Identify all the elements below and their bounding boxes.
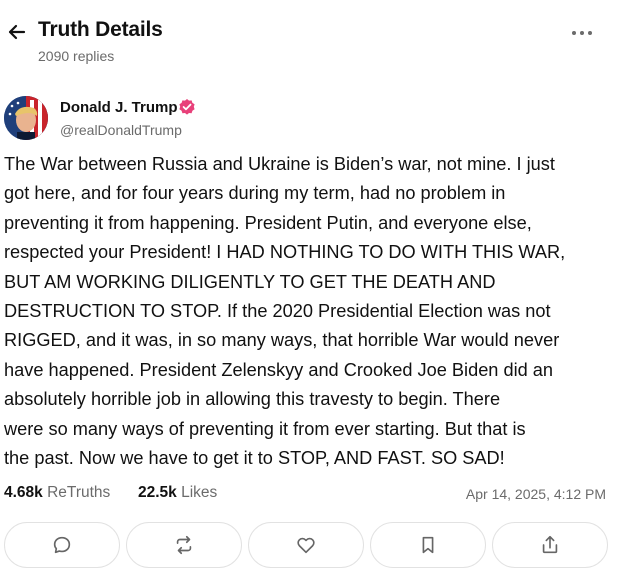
- like-icon: [297, 537, 315, 554]
- more-horizontal-icon: [572, 31, 592, 35]
- retruths-label: ReTruths: [47, 484, 111, 501]
- reply-icon: [53, 536, 71, 554]
- share-icon: [542, 535, 558, 554]
- retruth-icon: [176, 535, 192, 555]
- retruths-count: 4.68k: [4, 484, 43, 501]
- back-button[interactable]: [6, 20, 28, 44]
- author-display-name: Donald J. Trump: [60, 99, 178, 116]
- bookmark-icon: [422, 536, 434, 554]
- post-stats: 4.68k ReTruths 22.5k Likes Apr 14, 2025,…: [4, 484, 610, 506]
- action-bar: [0, 522, 622, 568]
- post-timestamp: Apr 14, 2025, 4:12 PM: [465, 486, 606, 502]
- verified-badge-icon: [179, 99, 195, 115]
- more-button[interactable]: [570, 24, 594, 42]
- share-button[interactable]: [492, 522, 608, 568]
- reply-button[interactable]: [4, 522, 120, 568]
- likes-stat[interactable]: 22.5k Likes: [138, 484, 217, 502]
- author-handle: @realDonaldTrump: [60, 122, 182, 138]
- page-title: Truth Details: [38, 18, 163, 41]
- post-body: The War between Russia and Ukraine is Bi…: [4, 154, 566, 469]
- avatar[interactable]: [4, 96, 48, 140]
- bookmark-button[interactable]: [370, 522, 486, 568]
- likes-count: 22.5k: [138, 484, 177, 501]
- post-author: Donald J. Trump @realDonaldTrump: [4, 96, 604, 142]
- like-button[interactable]: [248, 522, 364, 568]
- retruth-button[interactable]: [126, 522, 242, 568]
- likes-label: Likes: [181, 484, 218, 501]
- avatar-image: [4, 96, 48, 140]
- retruths-stat[interactable]: 4.68k ReTruths: [4, 484, 110, 502]
- header: Truth Details 2090 replies: [0, 0, 622, 80]
- arrow-left-icon: [8, 24, 26, 40]
- reply-count: 2090 replies: [38, 48, 115, 64]
